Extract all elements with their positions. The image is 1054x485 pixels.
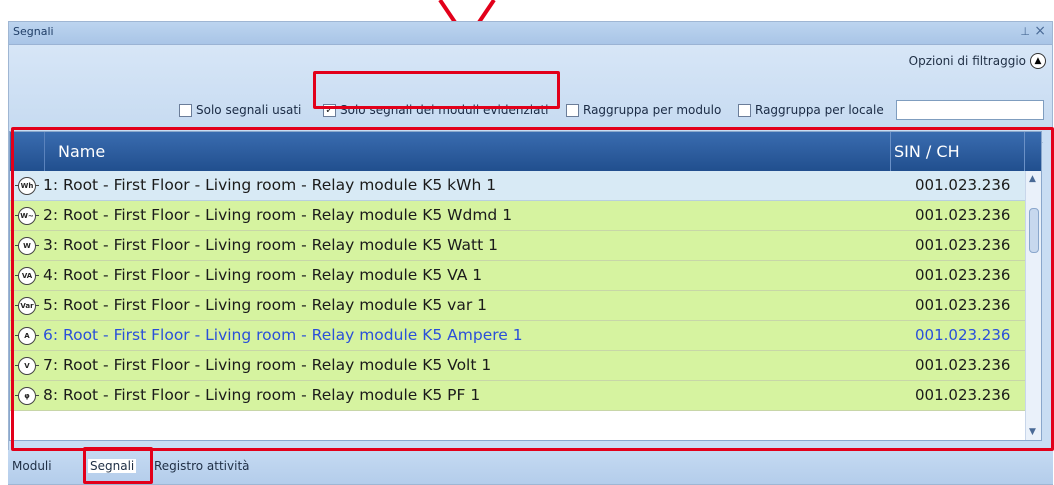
annotation-box-tab <box>83 447 153 484</box>
filter-text-input[interactable] <box>896 100 1044 120</box>
panel-title: Segnali <box>13 25 54 38</box>
group-by-module-checkbox[interactable]: Raggruppa per modulo <box>566 103 721 117</box>
filter-options-label[interactable]: Opzioni di filtraggio <box>909 54 1026 68</box>
annotation-box-checkbox <box>313 71 560 109</box>
close-icon[interactable]: × <box>1034 23 1046 39</box>
checkbox-box[interactable] <box>566 103 579 117</box>
tab-moduli[interactable]: Moduli <box>12 459 52 473</box>
checkbox-box[interactable] <box>738 103 751 117</box>
checkbox-label: Raggruppa per locale <box>755 103 884 117</box>
tab-registro-attivita[interactable]: Registro attività <box>154 459 250 473</box>
only-used-signals-checkbox[interactable]: Solo segnali usati <box>179 103 301 117</box>
bottom-tabs: Moduli Segnali Registro attività <box>8 450 1053 484</box>
panel-header: Segnali ⊥ × <box>9 22 1052 45</box>
annotation-box-grid <box>11 127 1054 451</box>
chevron-up-icon[interactable]: ▲ <box>1030 53 1046 69</box>
pin-icon[interactable]: ⊥ <box>1020 25 1030 38</box>
group-by-room-checkbox[interactable]: Raggruppa per locale <box>738 103 884 117</box>
checkbox-label: Solo segnali usati <box>196 103 302 117</box>
checkbox-box[interactable] <box>179 103 192 117</box>
checkbox-label: Raggruppa per modulo <box>583 103 722 117</box>
